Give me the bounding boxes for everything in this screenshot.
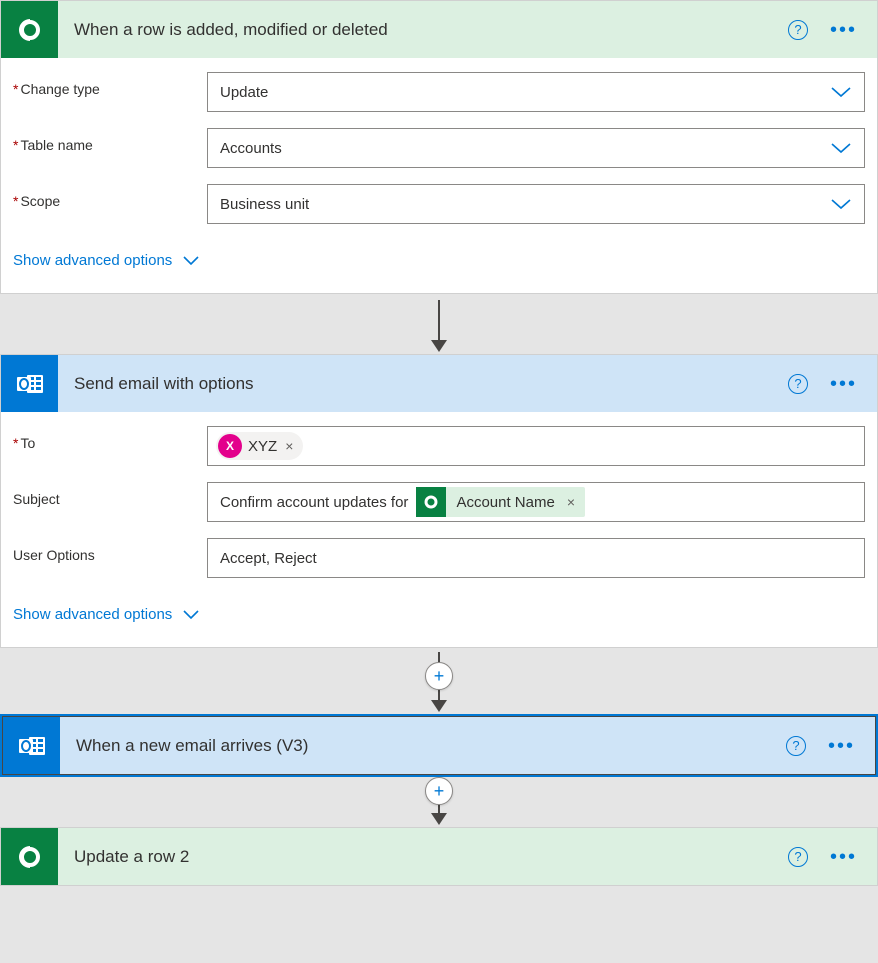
dataverse-icon xyxy=(1,1,58,58)
avatar: X xyxy=(218,434,242,458)
send-email-header[interactable]: Send email with options ? ••• xyxy=(1,355,877,412)
dataverse-icon xyxy=(1,828,58,885)
dataverse-icon xyxy=(416,487,446,517)
update-row-header[interactable]: Update a row 2 ? ••• xyxy=(1,828,877,885)
user-options-label: User Options xyxy=(13,538,207,563)
new-email-card[interactable]: When a new email arrives (V3) ? ••• xyxy=(0,714,878,777)
outlook-icon xyxy=(1,355,58,412)
trigger-header[interactable]: When a row is added, modified or deleted… xyxy=(1,1,877,58)
more-menu-icon[interactable]: ••• xyxy=(830,847,857,867)
more-menu-icon[interactable]: ••• xyxy=(830,374,857,394)
send-email-card: Send email with options ? ••• *To X XYZ … xyxy=(0,354,878,648)
add-step-button[interactable]: + xyxy=(425,777,453,805)
scope-select[interactable]: Business unit xyxy=(207,184,865,224)
chevron-down-icon xyxy=(182,609,200,621)
help-icon[interactable]: ? xyxy=(788,374,808,394)
update-row-title: Update a row 2 xyxy=(58,847,788,867)
subject-label: Subject xyxy=(13,482,207,507)
help-icon[interactable]: ? xyxy=(788,847,808,867)
to-input[interactable]: X XYZ × xyxy=(207,426,865,466)
add-step-button[interactable]: + xyxy=(425,662,453,690)
table-name-select[interactable]: Accounts xyxy=(207,128,865,168)
change-type-label: *Change type xyxy=(13,72,207,97)
connector-arrow xyxy=(0,294,878,354)
new-email-header[interactable]: When a new email arrives (V3) ? ••• xyxy=(3,717,875,774)
help-icon[interactable]: ? xyxy=(786,736,806,756)
change-type-select[interactable]: Update xyxy=(207,72,865,112)
table-name-label: *Table name xyxy=(13,128,207,153)
trigger-card: When a row is added, modified or deleted… xyxy=(0,0,878,294)
connector-add: + xyxy=(0,648,878,714)
to-token[interactable]: X XYZ × xyxy=(216,432,303,460)
to-label: *To xyxy=(13,426,207,451)
help-icon[interactable]: ? xyxy=(788,20,808,40)
more-menu-icon[interactable]: ••• xyxy=(830,20,857,40)
user-options-input[interactable]: Accept, Reject xyxy=(207,538,865,578)
show-advanced-options-link[interactable]: Show advanced options xyxy=(13,252,865,269)
chevron-down-icon xyxy=(182,255,200,267)
show-advanced-options-link[interactable]: Show advanced options xyxy=(13,606,865,623)
more-menu-icon[interactable]: ••• xyxy=(828,736,855,756)
chevron-down-icon xyxy=(830,85,852,99)
new-email-title: When a new email arrives (V3) xyxy=(60,736,786,756)
chevron-down-icon xyxy=(830,197,852,211)
dynamic-content-token[interactable]: Account Name × xyxy=(416,487,585,517)
trigger-title: When a row is added, modified or deleted xyxy=(58,20,788,40)
connector-add: + xyxy=(0,777,878,827)
subject-input[interactable]: Confirm account updates for Account Name… xyxy=(207,482,865,522)
outlook-icon xyxy=(3,717,60,774)
send-email-body: *To X XYZ × Subject Confirm account upda… xyxy=(1,412,877,647)
send-email-title: Send email with options xyxy=(58,374,788,394)
scope-label: *Scope xyxy=(13,184,207,209)
trigger-body: *Change type Update *Table name Accounts xyxy=(1,58,877,293)
update-row-card[interactable]: Update a row 2 ? ••• xyxy=(0,827,878,886)
remove-token-icon[interactable]: × xyxy=(565,494,577,510)
chevron-down-icon xyxy=(830,141,852,155)
remove-token-icon[interactable]: × xyxy=(283,438,295,454)
